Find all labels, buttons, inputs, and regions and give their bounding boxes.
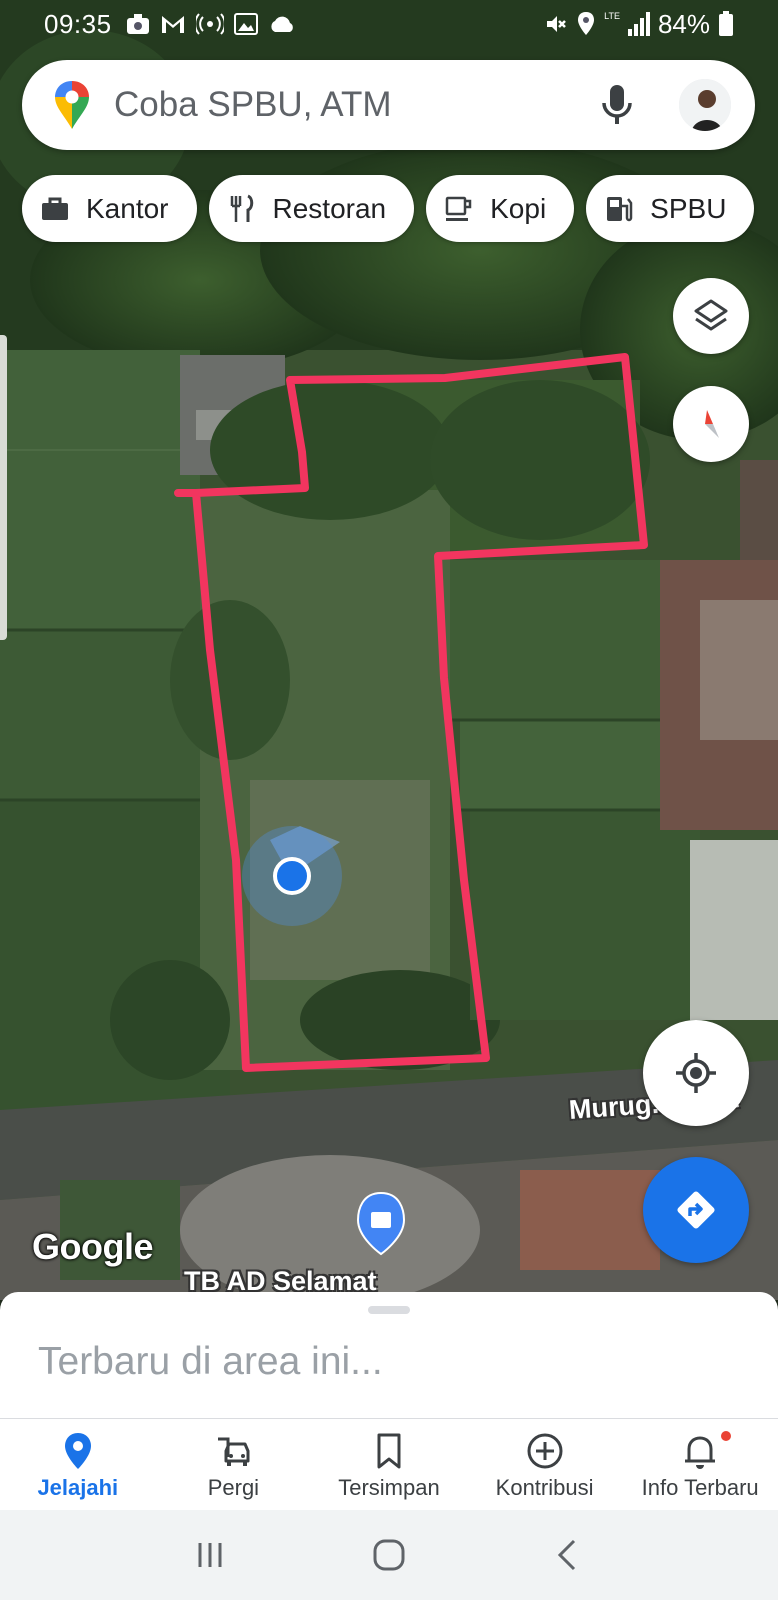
side-drawer-handle[interactable] [0, 335, 7, 640]
status-bar: 09:35 LTE 84% [0, 0, 778, 48]
nav-label: Pergi [207, 1475, 260, 1500]
chip-label: SPBU [650, 192, 727, 224]
mute-icon [547, 16, 566, 32]
chip-label: Kantor [86, 192, 169, 224]
chip-spbu[interactable]: SPBU [586, 175, 755, 242]
chip-restoran[interactable]: Restoran [208, 175, 415, 242]
nav-label: Kontribusi [495, 1475, 594, 1500]
nav-info-terbaru[interactable]: Info Terbaru [622, 1419, 778, 1510]
gas-pump-icon [607, 196, 633, 221]
nav-kontribusi[interactable]: Kontribusi [467, 1419, 623, 1510]
cloud-icon [270, 16, 293, 32]
bottom-navigation: Jelajahi Pergi Tersimpan Kontribusi Info… [0, 1418, 778, 1510]
location-icon [578, 12, 595, 35]
current-location-dot [273, 857, 311, 895]
directions-icon [677, 1191, 715, 1229]
bell-icon [685, 1436, 716, 1469]
gmail-icon [161, 16, 184, 33]
location-pin-icon [64, 1433, 91, 1469]
chip-kopi[interactable]: Kopi [426, 175, 575, 242]
layers-icon [694, 299, 728, 331]
bookmark-icon [377, 1433, 401, 1469]
my-location-button[interactable] [643, 1020, 749, 1126]
hotspot-icon [195, 13, 224, 35]
signal-icon [627, 12, 650, 36]
directions-button[interactable] [643, 1157, 749, 1263]
nav-label: Info Terbaru [641, 1475, 759, 1500]
gallery-icon [233, 13, 258, 35]
crosshair-icon [676, 1053, 716, 1093]
plus-circle-icon [527, 1433, 563, 1469]
layers-button[interactable] [673, 278, 749, 354]
system-navigation-bar [0, 1510, 778, 1600]
home-icon[interactable] [369, 1535, 409, 1575]
chip-label: Kopi [490, 192, 547, 224]
chip-kantor[interactable]: Kantor [22, 175, 197, 242]
back-icon[interactable] [548, 1535, 588, 1575]
battery-icon [719, 11, 733, 36]
avatar-image [679, 79, 731, 131]
chip-label: Restoran [272, 192, 387, 224]
category-chips: Kantor Restoran Kopi SPBU [22, 175, 755, 242]
battery-percent: 84% [657, 8, 710, 39]
sheet-title: Terbaru di area ini... [38, 1340, 383, 1383]
notification-icons [126, 13, 296, 35]
nav-label: Tersimpan [338, 1475, 440, 1500]
avatar[interactable] [677, 77, 733, 133]
briefcase-icon [42, 197, 68, 220]
compass-button[interactable] [673, 386, 749, 462]
mic-icon[interactable] [597, 83, 637, 127]
search-placeholder[interactable]: Coba SPBU, ATM [114, 85, 597, 125]
nav-tersimpan[interactable]: Tersimpan [311, 1419, 467, 1510]
car-icon [218, 1437, 250, 1466]
recents-icon[interactable] [190, 1535, 230, 1575]
nav-jelajahi[interactable]: Jelajahi [0, 1419, 156, 1510]
bottom-sheet[interactable]: Terbaru di area ini... [0, 1292, 778, 1418]
system-status-icons: LTE 84% [544, 9, 734, 40]
google-logo: Google [32, 1226, 154, 1267]
search-bar[interactable]: Coba SPBU, ATM [22, 60, 755, 150]
nav-pergi[interactable]: Pergi [156, 1419, 312, 1510]
notification-badge [719, 1429, 734, 1443]
status-time: 09:35 [44, 8, 112, 39]
nav-label: Jelajahi [37, 1475, 119, 1500]
lte-label: LTE [604, 10, 620, 21]
compass-icon [705, 410, 719, 438]
camera-icon [126, 14, 149, 34]
sheet-drag-handle[interactable] [368, 1306, 410, 1314]
coffee-cup-icon [445, 196, 472, 221]
google-maps-pin-icon [55, 81, 89, 129]
fork-knife-icon [230, 194, 253, 222]
